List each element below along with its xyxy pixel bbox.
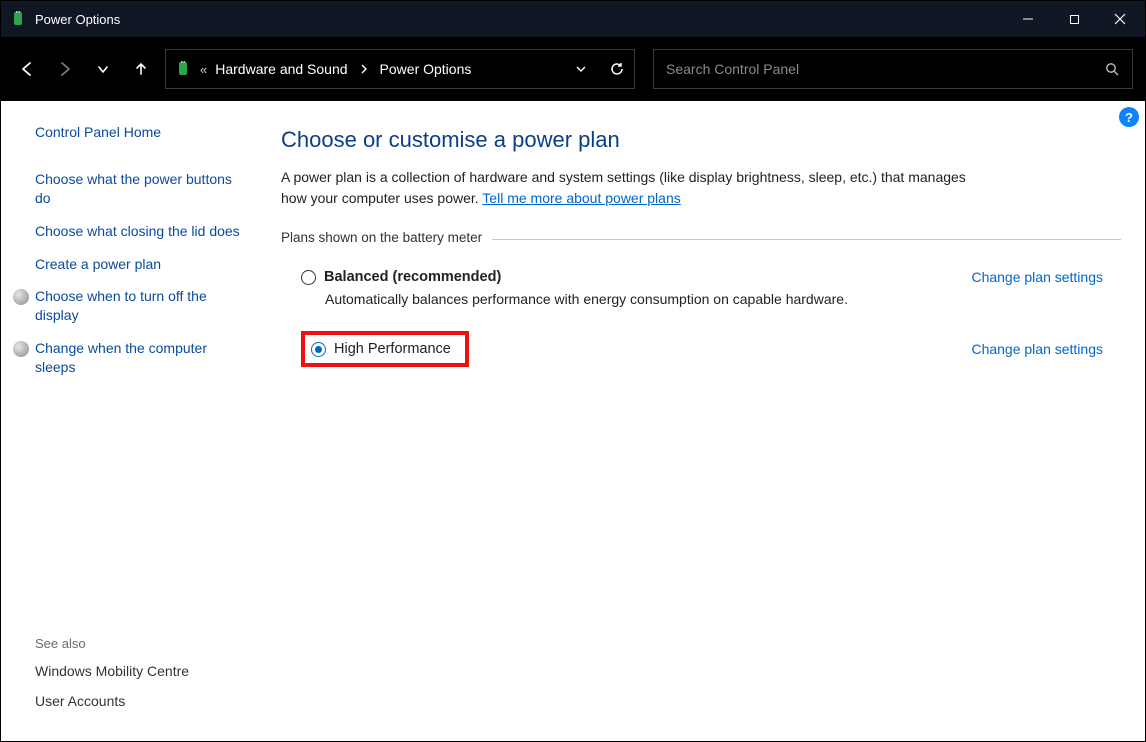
change-plan-settings-balanced[interactable]: Change plan settings [971, 269, 1103, 285]
minimize-button[interactable] [1005, 1, 1051, 37]
window: Power Options [0, 0, 1146, 742]
fieldset-label: Plans shown on the battery meter [281, 230, 492, 245]
recent-locations-button[interactable] [89, 55, 117, 83]
search-box[interactable] [653, 49, 1133, 89]
window-title: Power Options [35, 12, 120, 27]
plan-name-high-performance[interactable]: High Performance [334, 341, 451, 357]
shield-icon [13, 289, 29, 305]
address-history-button[interactable] [572, 60, 590, 78]
breadcrumb-current[interactable]: Power Options [380, 61, 472, 77]
see-also-label: See also [35, 636, 251, 651]
main-panel: Choose or customise a power plan A power… [261, 101, 1145, 741]
plans-fieldset: Plans shown on the battery meter [281, 229, 1121, 247]
sidebar-link-closing-lid[interactable]: Choose what closing the lid does [35, 222, 251, 241]
close-button[interactable] [1097, 1, 1143, 37]
plan-name-balanced[interactable]: Balanced (recommended) [324, 269, 501, 285]
sidebar-link-power-buttons[interactable]: Choose what the power buttons do [35, 170, 251, 208]
forward-button[interactable] [51, 55, 79, 83]
plan-row-balanced: Balanced (recommended) Automatically bal… [281, 265, 1121, 313]
sidebar-link-create-plan[interactable]: Create a power plan [35, 255, 251, 274]
up-button[interactable] [127, 55, 155, 83]
maximize-button[interactable] [1051, 1, 1097, 37]
sidebar: Control Panel Home Choose what the power… [1, 101, 261, 741]
control-panel-home-link[interactable]: Control Panel Home [35, 123, 251, 142]
plan-desc-balanced: Automatically balances performance with … [325, 291, 959, 307]
breadcrumb-prefix: « [200, 62, 207, 77]
breadcrumb-parent[interactable]: Hardware and Sound [215, 61, 347, 77]
page-heading: Choose or customise a power plan [281, 127, 1121, 153]
plan-row-high-performance: High Performance Change plan settings [281, 331, 1121, 367]
refresh-button[interactable] [608, 60, 626, 78]
power-options-icon [9, 10, 27, 28]
search-icon[interactable] [1105, 62, 1120, 77]
shield-icon [13, 341, 29, 357]
title-bar: Power Options [1, 1, 1145, 37]
see-also-user-accounts[interactable]: User Accounts [35, 693, 251, 709]
search-input[interactable] [666, 61, 1097, 77]
content-area: ? Control Panel Home Choose what the pow… [1, 101, 1145, 741]
highlight-box: High Performance [301, 331, 469, 367]
chevron-right-icon [356, 64, 372, 74]
see-also-mobility-centre[interactable]: Windows Mobility Centre [35, 663, 251, 679]
change-plan-settings-high-performance[interactable]: Change plan settings [971, 341, 1103, 357]
navigation-bar: « Hardware and Sound Power Options [1, 37, 1145, 101]
address-bar[interactable]: « Hardware and Sound Power Options [165, 49, 635, 89]
radio-balanced[interactable] [301, 270, 316, 285]
window-controls [1005, 1, 1143, 37]
location-icon [174, 60, 192, 78]
tell-me-more-link[interactable]: Tell me more about power plans [482, 190, 680, 206]
back-button[interactable] [13, 55, 41, 83]
radio-high-performance[interactable] [311, 342, 326, 357]
sidebar-link-computer-sleeps[interactable]: Change when the computer sleeps [35, 339, 251, 377]
sidebar-link-turn-off-display[interactable]: Choose when to turn off the display [35, 287, 251, 325]
intro-text: A power plan is a collection of hardware… [281, 167, 971, 209]
